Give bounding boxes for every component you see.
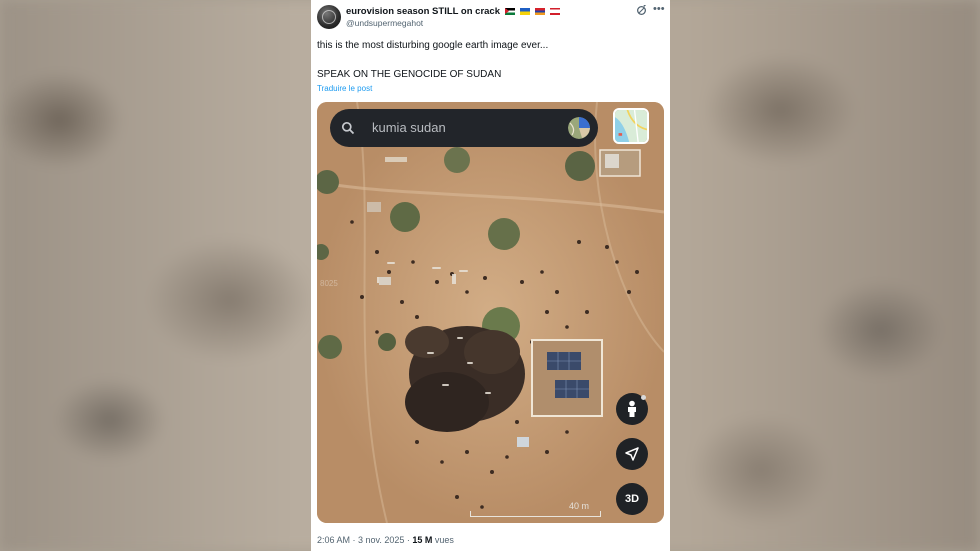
map-scale-bar xyxy=(470,511,601,517)
grok-icon[interactable] xyxy=(636,5,647,16)
translate-post-link[interactable]: Traduire le post xyxy=(317,84,372,93)
attached-image[interactable]: 8025 kumia sudan 3D 40 m xyxy=(317,102,664,523)
account-avatar-icon[interactable] xyxy=(568,117,590,139)
author-row: eurovision season STILL on crack xyxy=(346,5,560,18)
armenia-flag-icon xyxy=(535,8,545,15)
lebanon-flag-icon xyxy=(550,8,560,15)
map-search-bar[interactable]: kumia sudan xyxy=(330,109,598,147)
user-handle[interactable]: @undsupermegahot xyxy=(346,18,423,28)
ukraine-flag-icon xyxy=(520,8,530,15)
views-label: vues xyxy=(432,535,454,545)
search-icon[interactable] xyxy=(341,121,355,135)
views-count: 15 M xyxy=(412,535,433,545)
pegman-icon xyxy=(628,400,636,417)
map-watermark: 8025 xyxy=(320,279,338,288)
more-options-icon[interactable]: ••• xyxy=(653,4,665,15)
tweet-card: eurovision season STILL on crack @undsup… xyxy=(311,0,670,551)
toggle-3d-button[interactable]: 3D xyxy=(616,483,648,515)
satellite-map xyxy=(317,102,664,523)
navigation-button[interactable] xyxy=(616,438,648,470)
tweet-timestamp: 2:06 AM · 3 nov. 2025 · 15 M vues xyxy=(317,535,454,545)
street-view-pegman-button[interactable] xyxy=(616,393,648,425)
map-layers-button[interactable] xyxy=(613,108,649,144)
notification-dot xyxy=(641,395,646,400)
avatar[interactable] xyxy=(317,5,341,29)
tweet-text-line: SPEAK ON THE GENOCIDE OF SUDAN xyxy=(317,69,502,80)
map-scale-label: 40 m xyxy=(569,501,590,511)
palestine-flag-icon xyxy=(505,8,515,15)
display-name[interactable]: eurovision season STILL on crack xyxy=(346,6,500,17)
tweet-text-line: this is the most disturbing google earth… xyxy=(317,40,549,51)
navigation-arrow-icon xyxy=(625,447,639,461)
search-input[interactable]: kumia sudan xyxy=(372,120,446,135)
timestamp-text[interactable]: 2:06 AM · 3 nov. 2025 · xyxy=(317,535,412,545)
